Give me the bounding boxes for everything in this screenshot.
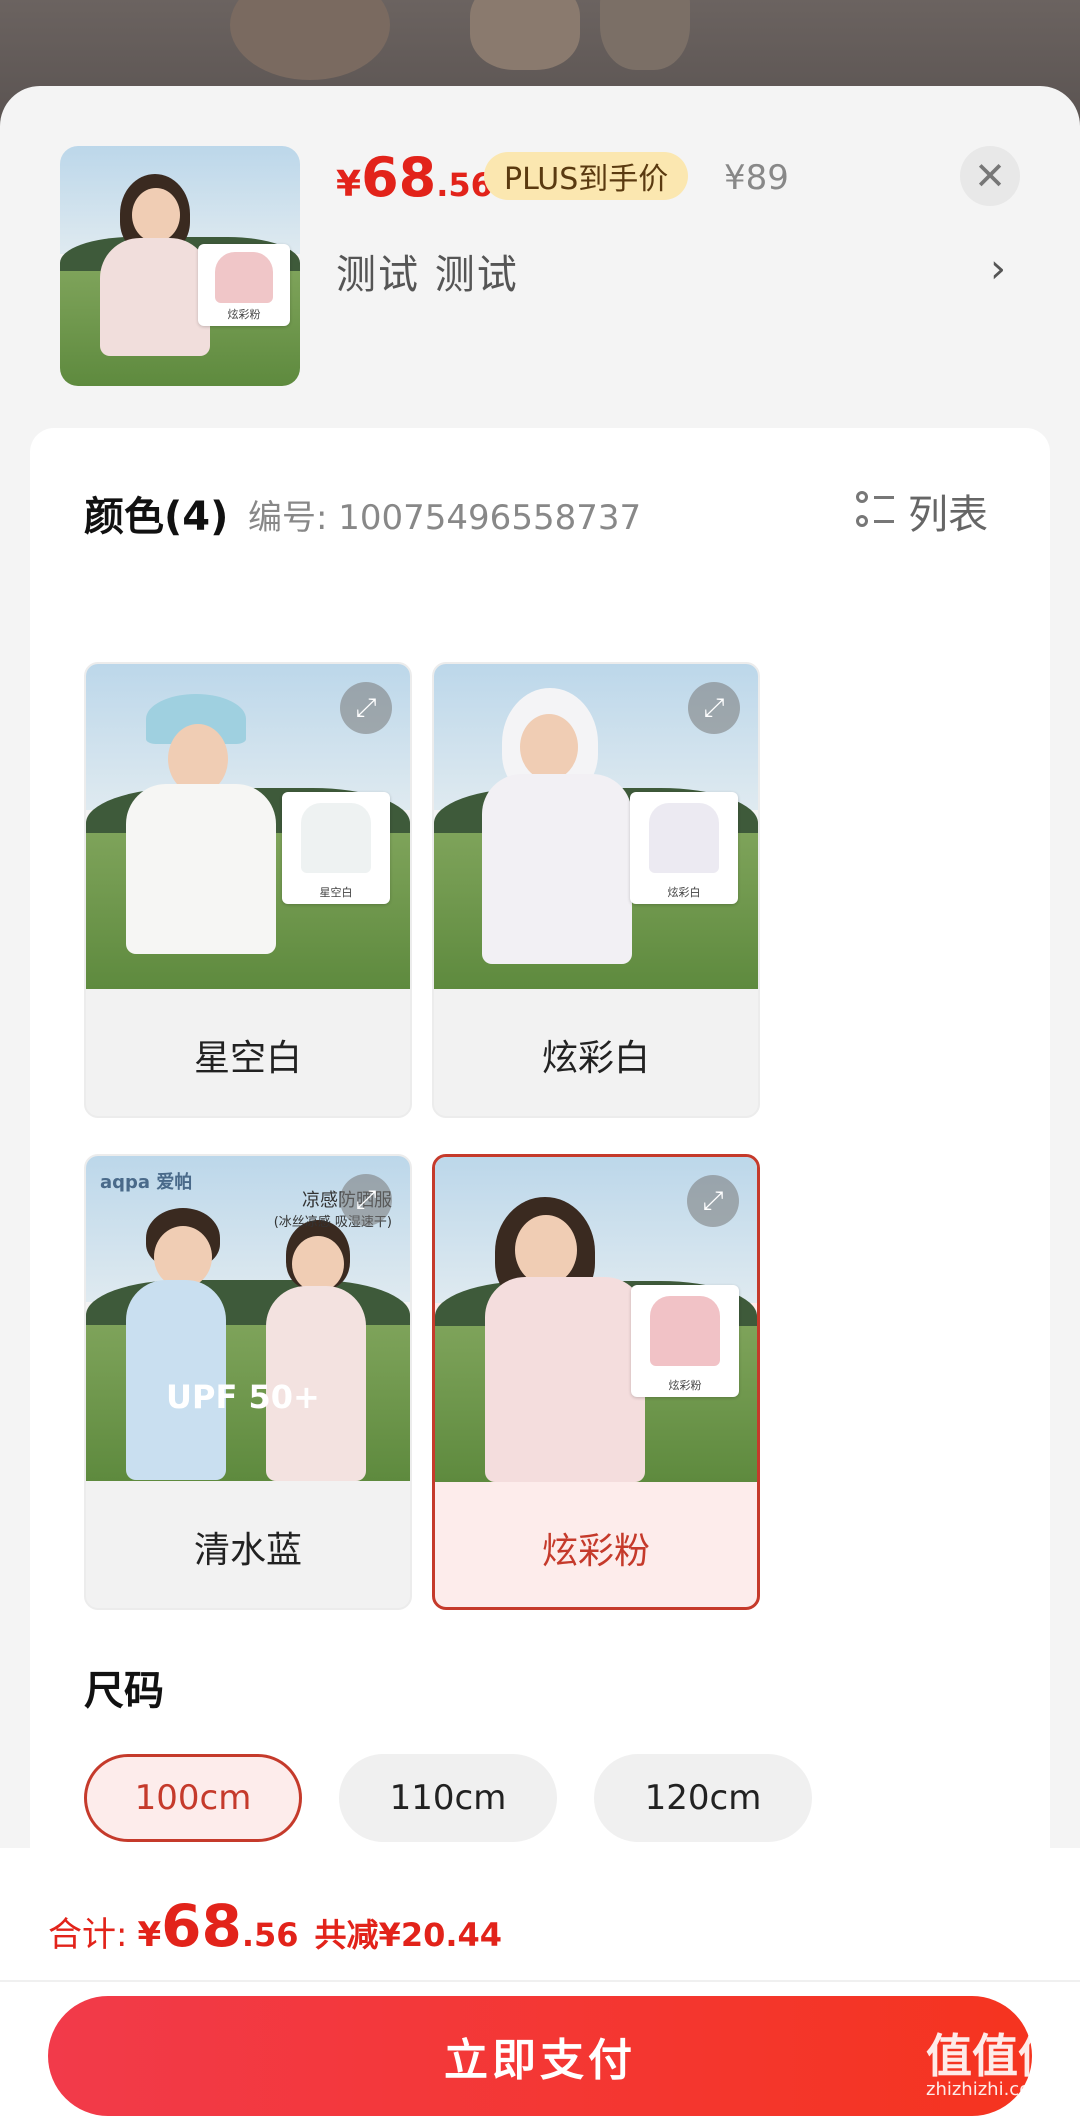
color-option-label: 炫彩白 [541, 1037, 650, 1079]
inset-caption: 炫彩粉 [227, 308, 261, 321]
color-option-photo: 炫彩粉 ⤢ [435, 1157, 757, 1482]
inset-caption: 炫彩粉 [668, 1379, 702, 1392]
original-price: ¥89 [724, 158, 789, 198]
current-price: ¥ 68 .56 [336, 146, 493, 209]
color-option-label: 星空白 [193, 1037, 302, 1079]
list-view-label: 列表 [908, 492, 988, 538]
color-option-clear-blue[interactable]: aqpa 爱帕 凉感防晒服 (冰丝凉感 吸湿速干) UPF 50+ ⤢ 清水蓝 [84, 1154, 412, 1610]
inset-caption: 炫彩白 [667, 886, 701, 899]
sku-selector-sheet: 炫彩粉 ¥ 68 .56 PLUS到手价 ¥89 ✕ 测试 测试 › 颜色(4)… [0, 86, 1080, 2127]
upf-rating: UPF 50+ [166, 1378, 320, 1416]
product-thumbnail[interactable]: 炫彩粉 [60, 146, 300, 386]
divider [0, 1980, 1080, 1982]
color-option-photo: aqpa 爱帕 凉感防晒服 (冰丝凉感 吸湿速干) UPF 50+ ⤢ [86, 1156, 410, 1481]
close-icon[interactable]: ✕ [960, 146, 1020, 206]
pay-now-button[interactable]: 立即支付 [48, 1996, 1032, 2116]
list-icon [856, 491, 896, 531]
checkout-bar: 合计: ¥ 68 .56 共减¥20.44 立即支付 [0, 1848, 1080, 2127]
total-saving: 共减¥20.44 [314, 1916, 503, 1954]
size-section-title: 尺码 [84, 1668, 164, 1714]
expand-icon[interactable]: ⤢ [340, 1174, 392, 1226]
size-option-120[interactable]: 120cm [594, 1754, 812, 1842]
plus-price-badge: PLUS到手价 [484, 152, 689, 200]
list-view-toggle[interactable]: 列表 [856, 482, 988, 540]
color-option-starry-white[interactable]: 星空白 ⤢ 星空白 [84, 662, 412, 1118]
color-option-iridescent-pink[interactable]: 炫彩粉 ⤢ 炫彩粉 [432, 1154, 760, 1610]
sku-number: 编号: 10075496558737 [248, 498, 642, 538]
site-watermark: 值值值 zhizhizhi.com [926, 2029, 1064, 2100]
expand-icon[interactable]: ⤢ [687, 1175, 739, 1227]
total-price: 合计: ¥ 68 .56 共减¥20.44 [48, 1892, 503, 1960]
color-option-photo: 炫彩白 ⤢ [434, 664, 758, 989]
expand-icon[interactable]: ⤢ [340, 682, 392, 734]
color-option-photo: 星空白 ⤢ [86, 664, 410, 989]
selected-spec-summary[interactable]: 测试 测试 [336, 242, 519, 300]
color-option-label: 炫彩粉 [541, 1530, 650, 1572]
inset-caption: 星空白 [319, 886, 353, 899]
size-option-100[interactable]: 100cm [84, 1754, 302, 1842]
chevron-right-icon[interactable]: › [990, 246, 1006, 292]
brand-logo-text: aqpa 爱帕 [100, 1172, 193, 1193]
expand-icon[interactable]: ⤢ [688, 682, 740, 734]
size-option-110[interactable]: 110cm [339, 1754, 557, 1842]
color-option-label: 清水蓝 [193, 1529, 302, 1571]
color-option-iridescent-white[interactable]: 炫彩白 ⤢ 炫彩白 [432, 662, 760, 1118]
color-section-title: 颜色(4) [84, 494, 229, 540]
